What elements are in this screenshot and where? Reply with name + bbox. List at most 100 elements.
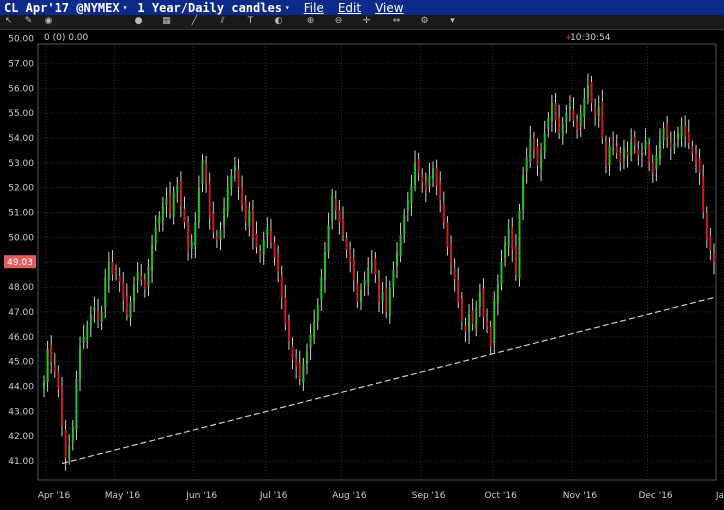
y-tick-label: 56.00: [8, 84, 34, 94]
x-tick-label: Aug '16: [332, 491, 367, 501]
candle-body: [662, 128, 665, 141]
line-icon[interactable]: ╱: [190, 17, 199, 26]
candle-body: [572, 109, 575, 121]
candle-body: [493, 299, 496, 343]
time-readout: 10:30:54: [570, 33, 611, 43]
fit-icon[interactable]: ⇔: [392, 17, 401, 26]
settings-icon[interactable]: ⚙: [420, 17, 429, 26]
candle-body: [673, 142, 676, 148]
candle-body: [323, 252, 326, 281]
zoom-out-icon[interactable]: ⊖: [334, 17, 343, 26]
candle-body: [345, 238, 348, 250]
period-selector[interactable]: 1 Year/Daily candles ▾: [137, 1, 289, 15]
candle-body: [151, 244, 154, 271]
circle-icon[interactable]: ●: [134, 17, 143, 26]
text-icon[interactable]: T: [246, 17, 255, 26]
candle-body: [644, 140, 647, 150]
candle-body: [406, 200, 409, 212]
channel-icon[interactable]: ⫽: [218, 17, 227, 26]
candle-body: [684, 125, 687, 136]
candle-body: [111, 262, 114, 275]
x-tick-label: Sep '16: [412, 491, 446, 501]
menu-view[interactable]: View: [375, 1, 403, 15]
x-tick-label: Oct '16: [484, 491, 517, 501]
y-tick-label: 50.00: [8, 35, 34, 45]
candle-body: [71, 426, 74, 443]
candle-body: [140, 275, 143, 280]
candle-body: [522, 175, 525, 211]
candle-body: [435, 167, 438, 186]
candle-body: [287, 320, 290, 342]
candle-body: [201, 160, 204, 184]
candle-body: [327, 224, 330, 253]
candle-body: [399, 234, 402, 256]
crosshair-icon[interactable]: ✛: [362, 17, 371, 26]
candle-body: [561, 123, 564, 137]
candle-body: [424, 182, 427, 191]
candle-body: [244, 201, 247, 223]
candle-body: [266, 227, 269, 237]
candle-body: [75, 378, 78, 430]
candle-body: [446, 222, 449, 248]
candle-body: [291, 345, 294, 360]
candle-body: [630, 140, 633, 156]
color-icon[interactable]: ◐: [274, 17, 283, 26]
candle-body: [511, 227, 514, 250]
candle-body: [496, 284, 499, 304]
candle-body: [93, 306, 96, 311]
y-tick-label: 41.00: [8, 457, 34, 467]
dropdown-icon[interactable]: ▾: [448, 17, 457, 26]
candle-body: [482, 288, 485, 317]
grid-icon[interactable]: ▦: [162, 17, 171, 26]
candle-body: [302, 364, 305, 383]
candle-body: [273, 242, 276, 258]
candle-body: [298, 362, 301, 379]
candle-body: [215, 236, 218, 240]
candle-body: [691, 146, 694, 153]
candle-body: [269, 231, 272, 243]
candle-body: [536, 146, 539, 166]
candle-body: [414, 162, 417, 186]
y-tick-label: 50.00: [8, 233, 34, 243]
candle-body: [53, 365, 56, 372]
candle-body: [428, 175, 431, 187]
plus-icon: +: [565, 33, 573, 43]
candle-body: [655, 155, 658, 170]
cursor-icon[interactable]: ↖: [4, 17, 13, 26]
candle-body: [586, 85, 589, 99]
candle-body: [637, 149, 640, 156]
candle-body: [190, 242, 193, 249]
candle-body: [125, 295, 128, 315]
candle-body: [147, 267, 150, 286]
y-tick-label: 44.00: [8, 382, 34, 392]
candle-body: [450, 243, 453, 265]
candle-body: [255, 233, 258, 248]
candle-body: [687, 131, 690, 143]
candle-body: [241, 187, 244, 206]
candle-body: [100, 311, 103, 322]
symbol-selector[interactable]: CL Apr'17 @NYMEX ▾: [4, 1, 127, 15]
candle-body: [79, 346, 82, 379]
candle-body: [341, 218, 344, 235]
candle-body: [568, 105, 571, 110]
candle-body: [277, 253, 280, 273]
menu-file[interactable]: File: [304, 1, 324, 15]
candle-body: [576, 120, 579, 131]
candle-body: [194, 222, 197, 247]
candle-body: [143, 279, 146, 290]
camera-icon[interactable]: ◉: [44, 17, 53, 26]
candle-body: [608, 145, 611, 166]
candle-body: [590, 82, 593, 104]
zoom-in-icon[interactable]: ⊕: [306, 17, 315, 26]
menu-edit[interactable]: Edit: [338, 1, 361, 15]
price-chart[interactable]: 50.00 57.00 56.00 55.00 54.00 53.00 52.00 51.00…: [0, 30, 724, 510]
candle-body: [460, 298, 463, 322]
candle-body: [107, 262, 110, 281]
candle-body: [410, 185, 413, 204]
candle-body: [381, 292, 384, 302]
candle-body: [46, 349, 49, 382]
pencil-icon[interactable]: ✎: [24, 17, 33, 26]
candle-body: [370, 262, 373, 268]
candle-body: [705, 212, 708, 240]
symbol-label: CL Apr'17 @NYMEX: [4, 0, 120, 15]
